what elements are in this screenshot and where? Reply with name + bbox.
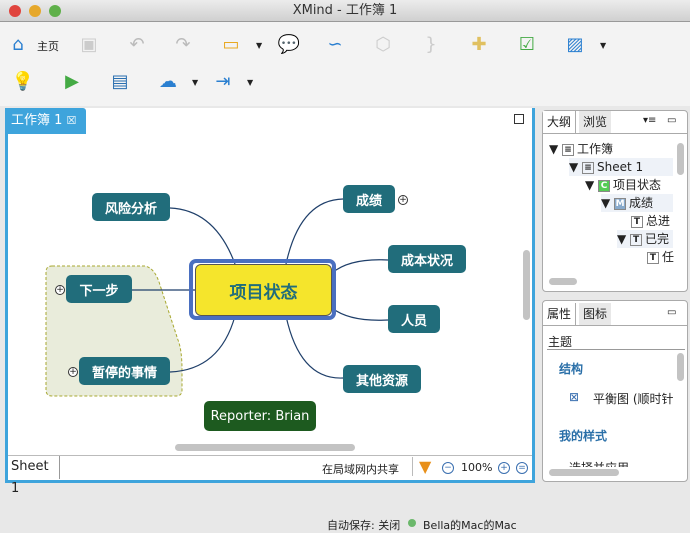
topic-risk[interactable]: 风险分析	[92, 193, 170, 221]
outline-horizontal-scrollbar[interactable]	[549, 278, 577, 285]
structure-heading[interactable]: 结构	[559, 360, 583, 377]
floating-topic[interactable]: Reporter: Brian	[204, 401, 316, 431]
fit-icon[interactable]: =	[516, 462, 528, 474]
central-topic-icon: C	[598, 179, 611, 192]
topic-cost[interactable]: 成本状况	[388, 245, 466, 273]
section-label: 主题	[548, 335, 573, 349]
topic-paused[interactable]: 暂停的事情	[79, 357, 170, 385]
outline-item[interactable]: ▼ M 成绩	[601, 194, 673, 212]
outline-panel: 大纲 浏览 ▾≡ ▭ ▼ ≡ 工作簿 ▼ ≡ Sheet 1 ▼ C 项目状态 ▼ M…	[542, 110, 688, 292]
tab-browse[interactable]: 浏览	[579, 111, 612, 133]
tab-properties[interactable]: 属性	[543, 303, 577, 325]
minimize-panel-icon[interactable]: ▭	[667, 115, 676, 126]
properties-panel: 属性 图标 ▭ 主题 结构 ⊠ 平衡图 (顺时针 我的样式 选择并应用	[542, 300, 688, 482]
online-status-icon	[408, 519, 416, 527]
outline-item[interactable]: T任	[647, 248, 674, 266]
properties-vertical-scrollbar[interactable]	[677, 353, 684, 381]
outline-item[interactable]: ▼ C 项目状态	[585, 176, 661, 194]
branch-resources	[285, 315, 344, 379]
branch-risk	[169, 207, 236, 265]
topic-next-step[interactable]: 下一步	[66, 275, 132, 303]
my-styles-heading[interactable]: 我的样式	[559, 427, 607, 444]
outline-item[interactable]: T 总进	[631, 212, 670, 230]
main-topic-icon: M	[614, 197, 627, 210]
branch-cost	[331, 259, 389, 274]
workbook-icon: ≡	[562, 143, 575, 156]
editor-bottom-bar: Sheet 1 在局域网内共享 ▼ − 100% + =	[8, 455, 532, 496]
tab-outline[interactable]: 大纲	[543, 111, 577, 133]
branch-people	[331, 307, 389, 321]
tab-markers[interactable]: 图标	[579, 303, 612, 325]
topic-results[interactable]: 成绩	[343, 185, 395, 213]
apply-style-link[interactable]: 选择并应用	[569, 459, 629, 467]
autosave-status[interactable]: 自动保存: 关闭	[327, 517, 400, 533]
topic-icon: T	[631, 215, 643, 228]
expand-icon[interactable]: +	[55, 285, 65, 295]
topic-people[interactable]: 人员	[388, 305, 440, 333]
properties-horizontal-scrollbar[interactable]	[549, 469, 619, 476]
zoom-level: 100%	[461, 461, 493, 474]
structure-value[interactable]: 平衡图 (顺时针	[593, 390, 675, 407]
branch-results	[285, 198, 344, 265]
minimize-panel-icon[interactable]: ▭	[667, 307, 676, 318]
structure-icon: ⊠	[569, 390, 580, 404]
sheet-icon: ≡	[582, 161, 595, 174]
topic-icon: T	[630, 233, 643, 246]
zoom-out-icon[interactable]: −	[442, 462, 454, 474]
share-lan-button[interactable]: 在局域网内共享	[322, 461, 399, 477]
outline-item[interactable]: ▼ T 已完	[617, 230, 673, 248]
filter-icon[interactable]: ▼	[412, 457, 431, 476]
expand-icon[interactable]: +	[68, 367, 78, 377]
horizontal-scrollbar[interactable]	[175, 444, 355, 451]
view-menu-icon[interactable]: ▾≡	[643, 115, 656, 126]
outline-vertical-scrollbar[interactable]	[677, 143, 684, 175]
vertical-scrollbar[interactable]	[523, 250, 530, 320]
topic-resources[interactable]: 其他资源	[343, 365, 421, 393]
sheet-tab[interactable]: Sheet 1	[8, 456, 60, 496]
outline-item[interactable]: ▼ ≡ 工作簿	[549, 140, 613, 158]
user-status[interactable]: Bella的Mac的Mac	[423, 517, 517, 533]
central-topic[interactable]: 项目状态	[195, 264, 332, 316]
outline-item[interactable]: ▼ ≡ Sheet 1	[569, 158, 673, 176]
expand-icon[interactable]: +	[398, 195, 408, 205]
zoom-in-icon[interactable]: +	[498, 462, 510, 474]
topic-icon: T	[647, 251, 659, 264]
